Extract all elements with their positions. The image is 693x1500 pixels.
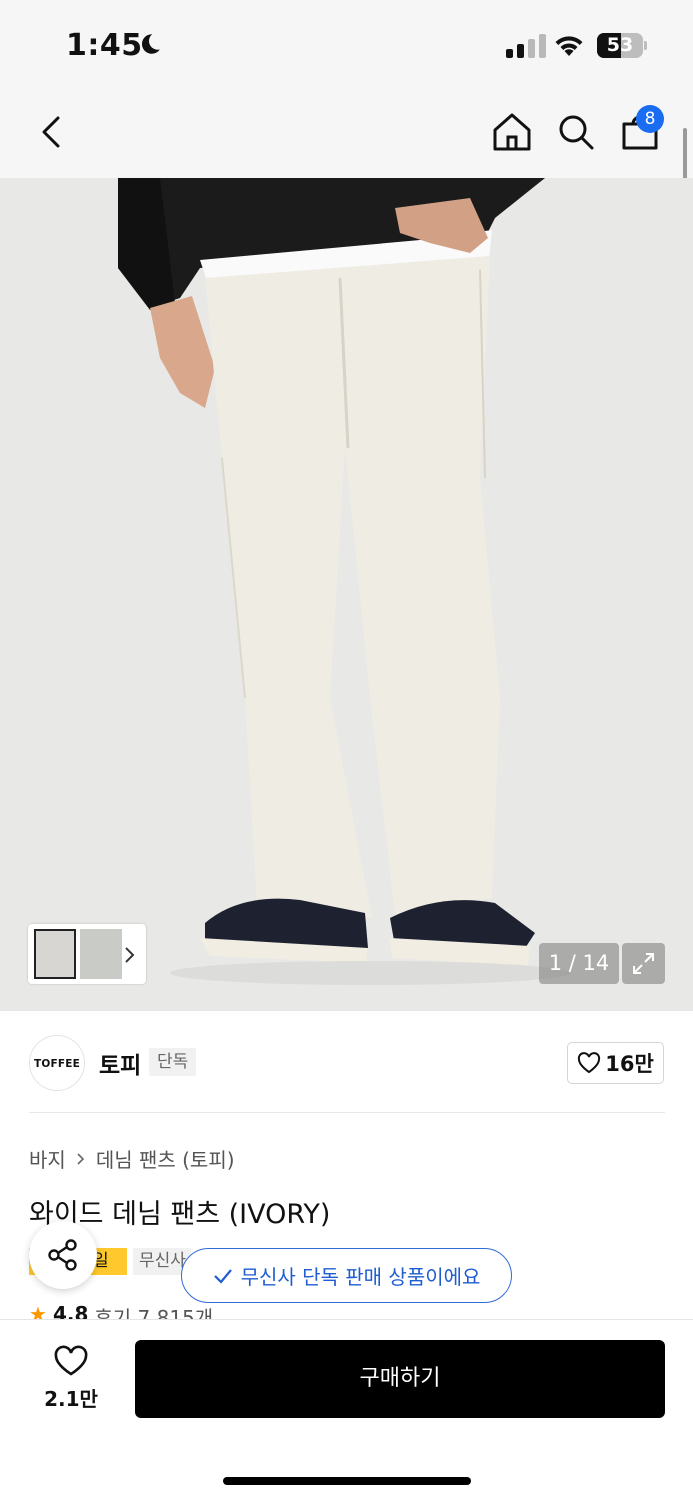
battery-level: 53 xyxy=(606,34,634,56)
heart-icon xyxy=(578,1052,601,1074)
thumbnail-1[interactable] xyxy=(34,929,76,979)
battery-tip xyxy=(644,41,647,50)
expand-icon xyxy=(633,953,654,974)
breadcrumb-chevron-icon xyxy=(77,1152,84,1165)
heart-icon xyxy=(54,1345,88,1376)
image-thumbnail-strip[interactable] xyxy=(28,924,146,984)
brand-like-count: 16만 xyxy=(605,1052,654,1076)
status-time: 1:45 xyxy=(66,28,143,63)
expand-image-button[interactable] xyxy=(622,943,665,984)
battery-icon: 53 xyxy=(597,33,643,58)
breadcrumb: 바지 데님 팬츠 (토피) xyxy=(29,1144,235,1173)
rating-score: 4.8 xyxy=(52,1302,89,1320)
back-arrow-icon[interactable] xyxy=(32,110,76,154)
moon-icon xyxy=(141,34,160,54)
image-counter: 1 / 14 xyxy=(539,943,619,984)
breadcrumb-category[interactable]: 바지 xyxy=(29,1144,66,1173)
buy-button[interactable]: 구매하기 xyxy=(135,1340,665,1418)
cart-count-badge: 8 xyxy=(636,105,664,133)
share-button[interactable] xyxy=(29,1221,97,1289)
home-icon[interactable] xyxy=(490,110,534,154)
wishlist-count: 2.1만 xyxy=(44,1387,98,1411)
check-icon xyxy=(213,1268,232,1284)
brand-logo[interactable]: TOFFEE xyxy=(29,1035,85,1091)
exclusive-toast: 무신사 단독 판매 상품이에요 xyxy=(181,1248,512,1303)
review-count: 후기 7,815개 xyxy=(94,1306,214,1320)
rating-row[interactable]: ★ 4.8 후기 7,815개 xyxy=(29,1302,213,1320)
product-photo xyxy=(0,178,693,1011)
chevron-right-icon xyxy=(125,947,135,963)
share-icon xyxy=(48,1239,77,1271)
star-icon: ★ xyxy=(29,1302,47,1320)
search-icon[interactable] xyxy=(554,110,598,154)
status-bar: 1:45 53 xyxy=(0,0,693,92)
divider xyxy=(29,1112,665,1113)
cellular-signal-icon xyxy=(506,34,546,58)
wifi-icon xyxy=(555,36,583,56)
breadcrumb-subcategory[interactable]: 데님 팬츠 (토피) xyxy=(96,1144,235,1173)
brand-name[interactable]: 토피 xyxy=(99,1046,141,1080)
brand-like-button[interactable]: 16만 xyxy=(567,1042,664,1084)
wishlist-button[interactable]: 2.1만 xyxy=(36,1345,106,1412)
product-image[interactable] xyxy=(0,178,693,1011)
home-indicator[interactable] xyxy=(223,1477,471,1485)
brand-exclusive-tag: 단독 xyxy=(149,1048,197,1076)
thumbnail-2[interactable] xyxy=(80,929,122,979)
toast-text: 무신사 단독 판매 상품이에요 xyxy=(240,1265,481,1289)
